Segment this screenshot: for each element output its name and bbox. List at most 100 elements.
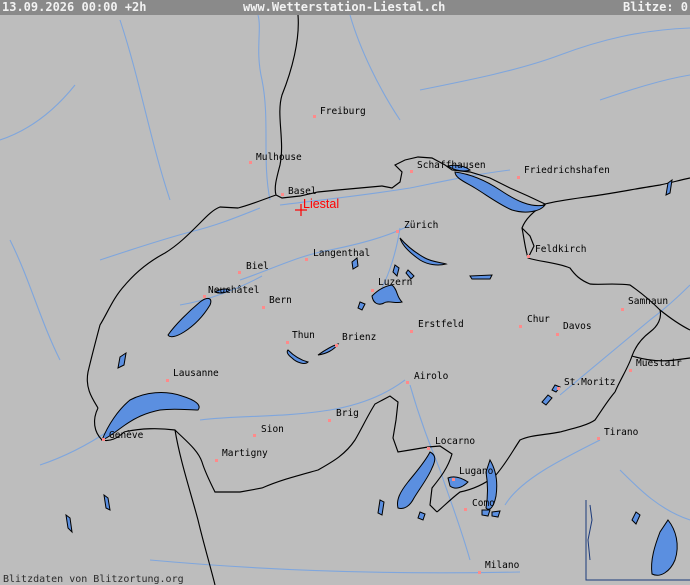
lake-zurich [399, 237, 448, 266]
city-thun: Thun [286, 330, 315, 344]
lake-neuchatel [167, 297, 212, 338]
river-west-2 [9, 239, 61, 361]
lake-constance [454, 171, 547, 213]
river-adda [504, 439, 601, 506]
lake-orta [377, 499, 385, 516]
city-label-airolo: Airolo [414, 371, 449, 382]
city-label-feldkirch: Feldkirch [535, 244, 586, 255]
city-label-brig: Brig [336, 408, 359, 419]
city-mulhouse: Mulhouse [249, 152, 302, 164]
header-strike-count: Blitze: 0 [622, 0, 688, 14]
river-ne-1 [599, 74, 690, 101]
border-fr-it [174, 429, 216, 585]
station-marker[interactable]: Liestal [295, 197, 339, 216]
station-label: Liestal [303, 197, 339, 211]
city-neuchatel: Neuchâtel [203, 285, 259, 298]
city-bern: Bern [262, 295, 292, 309]
river-neckar [349, 15, 401, 121]
city-sion: Sion [253, 424, 284, 437]
city-brienz: Brienz [335, 332, 376, 347]
city-label-como: Como [472, 498, 495, 509]
lake-lugano [447, 476, 469, 489]
header-site: www.Wetterstation-Liestal.ch [243, 0, 446, 14]
city-label-milano: Milano [485, 560, 520, 571]
river-se-1 [619, 469, 690, 521]
river-west-1 [0, 84, 76, 141]
lake-iseo [631, 511, 641, 525]
city-martigny: Martigny [215, 448, 268, 462]
lake-sempach [351, 257, 359, 270]
city-biel: Biel [238, 261, 269, 274]
city-label-erstfeld: Erstfeld [418, 319, 464, 330]
lake-maggiore [397, 451, 436, 509]
lake-annecy [103, 493, 111, 511]
city-label-tirano: Tirano [604, 427, 639, 438]
city-label-langenthal: Langenthal [313, 248, 370, 259]
lake-sarnen [357, 301, 366, 311]
city-feldkirch: Feldkirch [527, 244, 586, 258]
city-label-zurich: Zürich [404, 220, 438, 231]
river-po [149, 559, 521, 574]
header-datetime: 13.09.2026 00:00 +2h [2, 0, 147, 14]
map-canvas[interactable]: Freiburg Mulhouse Basel Schaffhausen Fri… [0, 15, 690, 585]
lake-poschiavo [541, 394, 553, 406]
city-stmoritz: St.Moritz [557, 377, 615, 390]
city-schaffhausen: Schaffhausen [410, 160, 486, 173]
city-label-freiburg: Freiburg [320, 106, 366, 117]
city-label-sion: Sion [261, 424, 284, 435]
lake-thun [286, 349, 309, 364]
footer-credit: Blitzdaten von Blitzortung.org [3, 574, 184, 585]
city-locarno: Locarno [427, 436, 475, 450]
river-rhone-upper [199, 379, 406, 421]
city-label-samnaun: Samnaun [628, 296, 668, 307]
border-ch-ticino-south [436, 391, 616, 513]
lake-pusiano [481, 509, 491, 517]
city-label-locarno: Locarno [435, 436, 475, 447]
city-davos: Davos [556, 321, 592, 336]
rivers [0, 15, 690, 574]
lake-joux [117, 351, 127, 369]
border-de-fr [274, 15, 299, 196]
city-label-chur: Chur [527, 314, 550, 325]
city-friedrichshafen: Friedrichshafen [517, 165, 610, 179]
lake-constance-small [665, 178, 673, 196]
city-tirano: Tirano [597, 427, 639, 440]
city-label-friedrichshafen: Friedrichshafen [524, 165, 610, 176]
city-label-neuchatel: Neuchâtel [208, 285, 259, 296]
city-lausanne: Lausanne [166, 368, 219, 382]
lake-bourget [65, 513, 73, 534]
city-chur: Chur [519, 314, 550, 328]
city-samnaun: Samnaun [621, 296, 668, 311]
city-label-bern: Bern [269, 295, 292, 306]
city-label-davos: Davos [563, 321, 592, 332]
river-rhone-lower [39, 429, 111, 466]
river-danube [419, 27, 690, 91]
lake-garda [651, 519, 678, 576]
city-label-luzern: Luzern [378, 277, 412, 288]
river-rhine-upper [257, 15, 271, 201]
city-label-muestair: Muestair [636, 358, 682, 369]
city-label-brienz: Brienz [342, 332, 376, 343]
city-label-martigny: Martigny [222, 448, 268, 459]
city-zurich: Zürich [396, 220, 438, 233]
lake-zug [392, 264, 400, 277]
river-ill [119, 19, 171, 201]
river-doubs [99, 207, 261, 261]
lake-walensee [469, 274, 493, 280]
city-label-stmoritz: St.Moritz [564, 377, 615, 388]
city-label-basel: Basel [288, 186, 317, 197]
city-label-lugano: Lugano [459, 466, 494, 477]
city-label-lausanne: Lausanne [173, 368, 219, 379]
lake-varese [417, 511, 426, 521]
city-basel: Basel [281, 186, 317, 197]
lake-annone [491, 510, 501, 518]
city-muestair: Muestair [629, 358, 682, 372]
city-label-biel: Biel [246, 261, 269, 272]
city-label-geneve: Genève [109, 430, 144, 441]
city-geneve: Genève [102, 430, 144, 441]
border-liecht [521, 227, 535, 259]
city-label-schaffhausen: Schaffhausen [417, 160, 486, 171]
city-langenthal: Langenthal [305, 248, 370, 261]
city-freiburg: Freiburg [313, 106, 366, 118]
city-label-mulhouse: Mulhouse [256, 152, 302, 163]
